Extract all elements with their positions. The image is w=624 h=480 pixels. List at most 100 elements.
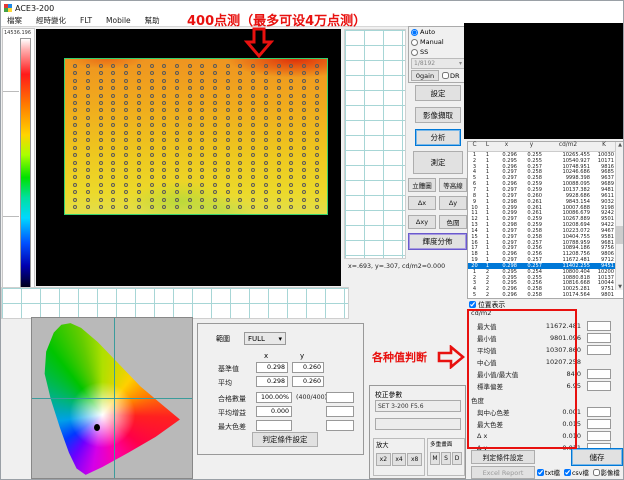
measurement-point[interactable] [226, 205, 230, 209]
measurement-point[interactable] [315, 71, 319, 75]
measurement-point[interactable] [264, 175, 268, 179]
measurement-point[interactable] [251, 86, 255, 90]
measurement-point[interactable] [73, 175, 77, 179]
measurement-point[interactable] [238, 198, 242, 202]
measurement-point[interactable] [289, 94, 293, 98]
measurement-point[interactable] [111, 198, 115, 202]
measurement-point[interactable] [162, 205, 166, 209]
measurement-point[interactable] [73, 123, 77, 127]
judgment-settings-button-footer[interactable]: 判定條件設定 [471, 450, 535, 464]
measurement-point[interactable] [200, 183, 204, 187]
col-header-k[interactable]: K [592, 142, 616, 151]
measurement-point[interactable] [111, 161, 115, 165]
measurement-point[interactable] [213, 101, 217, 105]
measurement-point[interactable] [289, 79, 293, 83]
measurement-point[interactable] [86, 205, 90, 209]
measurement-point[interactable] [188, 71, 192, 75]
zoom-button[interactable]: x8 [407, 453, 422, 466]
measurement-point[interactable] [137, 146, 141, 150]
measurement-point[interactable] [264, 108, 268, 112]
measurement-point[interactable] [188, 146, 192, 150]
measurement-point[interactable] [277, 146, 281, 150]
measurement-point[interactable] [111, 131, 115, 135]
position-display-row[interactable]: 位置表示 [469, 299, 505, 309]
measurement-point[interactable] [99, 175, 103, 179]
measurement-point[interactable] [162, 131, 166, 135]
measurement-point[interactable] [213, 131, 217, 135]
measurement-point[interactable] [86, 86, 90, 90]
measurement-point[interactable] [124, 94, 128, 98]
measurement-point[interactable] [73, 94, 77, 98]
measurement-point[interactable] [150, 168, 154, 172]
measurement-point[interactable] [264, 64, 268, 68]
measurement-point[interactable] [188, 101, 192, 105]
measured-panel-heatmap[interactable] [64, 58, 328, 215]
measurement-point[interactable] [315, 168, 319, 172]
measurement-point[interactable] [238, 116, 242, 120]
col-header-l[interactable]: L [481, 142, 494, 151]
measurement-point[interactable] [124, 71, 128, 75]
measurement-point[interactable] [238, 71, 242, 75]
measurement-point[interactable] [162, 79, 166, 83]
measurement-point[interactable] [99, 153, 103, 157]
measurement-point[interactable] [277, 94, 281, 98]
measurement-point[interactable] [238, 146, 242, 150]
measurement-point[interactable] [162, 161, 166, 165]
measurement-point[interactable] [200, 86, 204, 90]
measurement-point[interactable] [200, 153, 204, 157]
measurement-point[interactable] [137, 153, 141, 157]
delta-y-button[interactable]: Δy [439, 196, 467, 210]
excel-report-button[interactable]: Excel Report [471, 466, 535, 479]
measurement-point[interactable] [251, 205, 255, 209]
menu-item[interactable]: 幫助 [145, 15, 160, 26]
menu-item[interactable]: Mobile [106, 16, 131, 25]
measurement-point[interactable] [289, 198, 293, 202]
measurement-point[interactable] [213, 205, 217, 209]
measurement-point[interactable] [251, 183, 255, 187]
average-x-field[interactable]: 0.298 [256, 376, 288, 387]
measurement-point[interactable] [226, 86, 230, 90]
measurement-point[interactable] [162, 146, 166, 150]
measurement-point[interactable] [289, 205, 293, 209]
measurement-point[interactable] [213, 108, 217, 112]
measurement-point[interactable] [86, 138, 90, 142]
measurement-point[interactable] [175, 198, 179, 202]
measurement-point[interactable] [251, 138, 255, 142]
measurement-point[interactable] [188, 123, 192, 127]
measurement-point[interactable] [137, 94, 141, 98]
measurement-point[interactable] [302, 198, 306, 202]
position-display-checkbox[interactable] [469, 301, 476, 308]
measurement-point[interactable] [251, 116, 255, 120]
measurement-point[interactable] [302, 168, 306, 172]
measurement-point[interactable] [226, 168, 230, 172]
measurement-point[interactable] [264, 101, 268, 105]
measurement-point[interactable] [213, 64, 217, 68]
measurement-point[interactable] [277, 190, 281, 194]
measurement-point[interactable] [150, 101, 154, 105]
measurement-point[interactable] [238, 86, 242, 90]
measurement-point[interactable] [213, 190, 217, 194]
measurement-point[interactable] [277, 153, 281, 157]
table-scrollbar[interactable]: ▲ ▼ [615, 142, 624, 290]
measurement-point[interactable] [188, 153, 192, 157]
measurement-point[interactable] [264, 71, 268, 75]
measurement-point[interactable] [315, 183, 319, 187]
measurement-point[interactable] [124, 79, 128, 83]
measurement-point[interactable] [200, 205, 204, 209]
measurement-point[interactable] [226, 79, 230, 83]
measurement-point[interactable] [150, 94, 154, 98]
measurement-point[interactable] [111, 108, 115, 112]
measurement-point[interactable] [175, 79, 179, 83]
measurement-point[interactable] [226, 153, 230, 157]
measurement-point[interactable] [277, 183, 281, 187]
measurement-point[interactable] [315, 146, 319, 150]
measurement-point[interactable] [86, 146, 90, 150]
measurement-point[interactable] [124, 161, 128, 165]
measurement-point[interactable] [289, 146, 293, 150]
measurement-point[interactable] [86, 131, 90, 135]
measurement-point[interactable] [289, 183, 293, 187]
measurement-point[interactable] [188, 138, 192, 142]
measurement-point[interactable] [264, 190, 268, 194]
measurement-point[interactable] [302, 116, 306, 120]
measurement-point[interactable] [188, 168, 192, 172]
